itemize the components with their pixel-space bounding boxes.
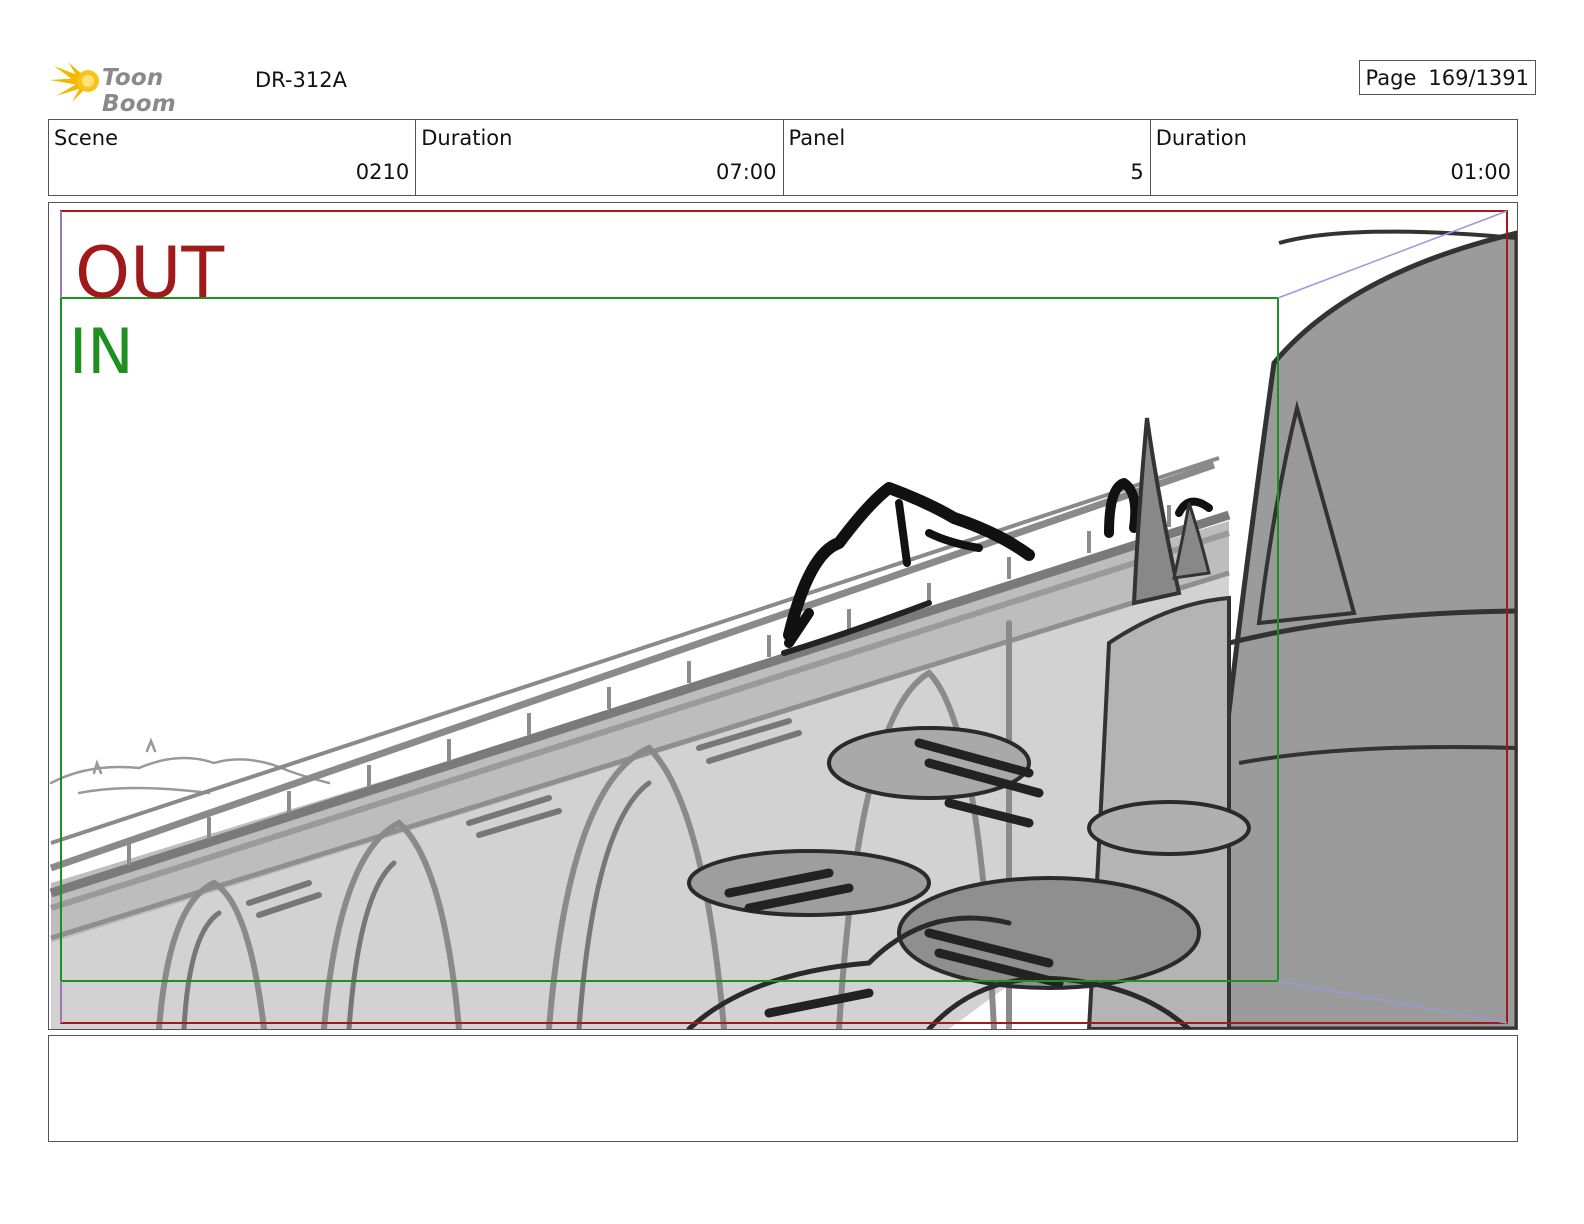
logo-text: Toon Boom [102, 65, 176, 117]
panel-drawing: OUT IN [49, 210, 1517, 1029]
page-header: Toon Boom DR-312A Page 169/1391 [50, 56, 1536, 117]
storyboard-panel: OUT IN [48, 202, 1518, 1030]
toon-boom-logo: Toon Boom [50, 56, 240, 117]
page-number: 169/1391 [1428, 66, 1529, 90]
panel-cell: Panel 5 [784, 120, 1151, 195]
panel-duration-value: 01:00 [1450, 160, 1511, 184]
panel-label: Panel [788, 126, 846, 150]
page-label: Page [1365, 66, 1417, 90]
panel-duration-cell: Duration 01:00 [1151, 120, 1517, 195]
page-indicator: Page 169/1391 [1358, 60, 1536, 95]
panel-notes [48, 1035, 1518, 1142]
scene-cell: Scene 0210 [49, 120, 417, 195]
scene-info-table: Scene 0210 Duration 07:00 Panel 5 Durati… [48, 119, 1518, 196]
scene-duration-cell: Duration 07:00 [416, 120, 784, 195]
panel-number: 5 [1130, 160, 1144, 184]
starburst-icon [50, 62, 99, 102]
scene-label: Scene [54, 126, 119, 150]
out-frame-label: OUT [75, 232, 224, 314]
scene-duration-value: 07:00 [715, 160, 777, 184]
in-frame-label: IN [69, 315, 134, 388]
panel-duration-label: Duration [1155, 126, 1247, 150]
document-id: DR-312A [255, 68, 347, 92]
scene-number: 0210 [355, 160, 410, 184]
scene-duration-label: Duration [421, 126, 513, 150]
